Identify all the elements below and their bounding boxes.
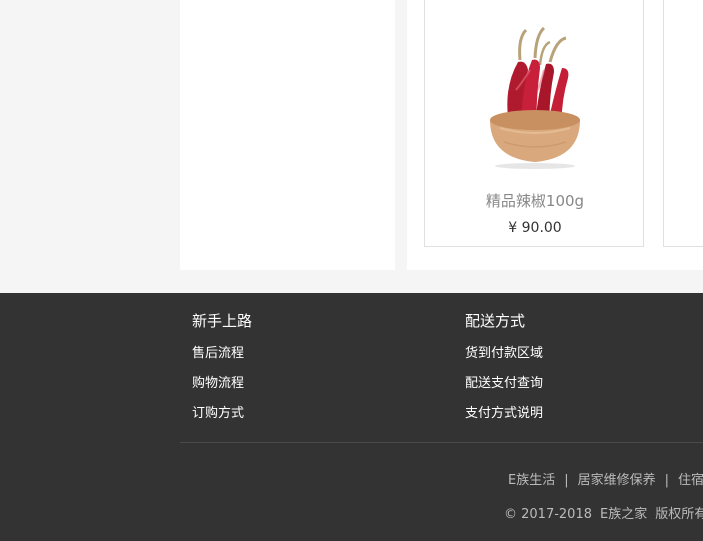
footer-link[interactable]: 售后流程 bbox=[192, 345, 252, 375]
footer-column-delivery: 配送方式 货到付款区域 配送支付查询 支付方式说明 bbox=[465, 311, 543, 435]
product-price: ¥ 90.00 bbox=[508, 220, 562, 236]
bottom-link[interactable]: 居家维修保养 bbox=[578, 473, 656, 488]
footer-link[interactable]: 配送支付查询 bbox=[465, 375, 543, 405]
product-card[interactable] bbox=[663, 0, 703, 247]
chili-pepper-bowl-image[interactable] bbox=[480, 20, 590, 170]
copyright: © 2017-2018 E族之家 版权所有 bbox=[504, 503, 703, 522]
footer-link[interactable]: 货到付款区域 bbox=[465, 345, 543, 375]
link-separator: | bbox=[664, 473, 670, 488]
footer-column-title: 配送方式 bbox=[465, 312, 526, 330]
copyright-brand: E族之家 bbox=[600, 507, 648, 522]
footer-column-title: 新手上路 bbox=[192, 312, 253, 330]
site-footer: 新手上路 售后流程 购物流程 订购方式 配送方式 货到付款区域 配送支付查询 支… bbox=[0, 293, 703, 541]
bottom-link[interactable]: E族生活 bbox=[508, 473, 555, 488]
copyright-years: © 2017-2018 bbox=[504, 507, 592, 522]
footer-link[interactable]: 购物流程 bbox=[192, 375, 252, 405]
footer-column-beginner: 新手上路 售后流程 购物流程 订购方式 bbox=[192, 311, 252, 435]
copyright-rights: 版权所有 bbox=[655, 507, 703, 522]
footer-link[interactable]: 订购方式 bbox=[192, 405, 252, 435]
bottom-link[interactable]: 住宿 bbox=[678, 473, 703, 488]
footer-divider bbox=[180, 442, 703, 443]
link-separator: | bbox=[564, 473, 569, 488]
footer-link[interactable]: 支付方式说明 bbox=[465, 405, 543, 435]
product-name[interactable]: 精品辣椒100g bbox=[425, 190, 645, 211]
footer-bottom-links: E族生活 | 居家维修保养 | 住宿 bbox=[508, 469, 703, 488]
left-panel bbox=[180, 0, 395, 270]
product-card[interactable]: 精品辣椒100g ¥ 90.00 bbox=[424, 0, 644, 247]
content-area: 精品辣椒100g ¥ 90.00 bbox=[0, 0, 703, 293]
